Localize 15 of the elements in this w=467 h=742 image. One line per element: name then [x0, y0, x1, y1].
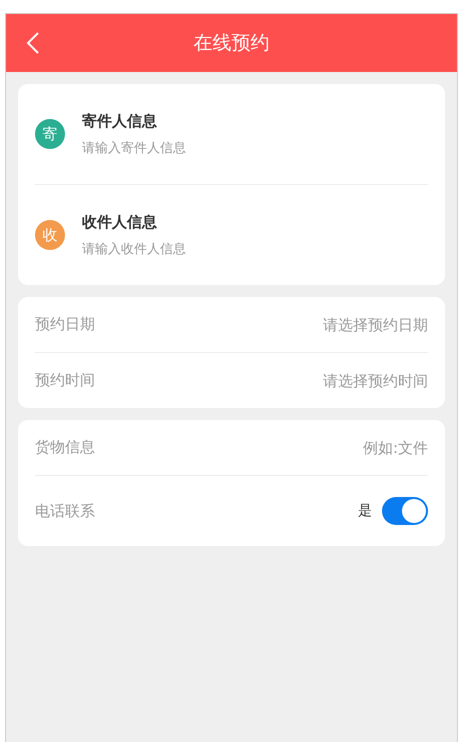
- section-title: 收件人信息: [82, 213, 158, 232]
- section-title: 寄件人信息: [82, 112, 158, 131]
- badge-icon: 寄: [35, 119, 65, 149]
- input-field[interactable]: 例如:文件: [248, 438, 428, 456]
- field-label: 预约日期: [35, 315, 95, 334]
- back-icon[interactable]: [26, 31, 40, 55]
- field-label: 货物信息: [35, 438, 95, 457]
- field-label: 电话联系: [35, 502, 95, 520]
- field-label: 预约时间: [35, 371, 95, 390]
- picker-field[interactable]: 请选择预约时间: [248, 372, 428, 390]
- toggle-value: 是: [358, 502, 372, 520]
- page-title: 在线预约: [194, 31, 270, 56]
- badge-icon: 收: [35, 220, 65, 250]
- picker-field[interactable]: 请选择预约日期: [248, 316, 428, 334]
- toggle-switch[interactable]: [382, 497, 428, 525]
